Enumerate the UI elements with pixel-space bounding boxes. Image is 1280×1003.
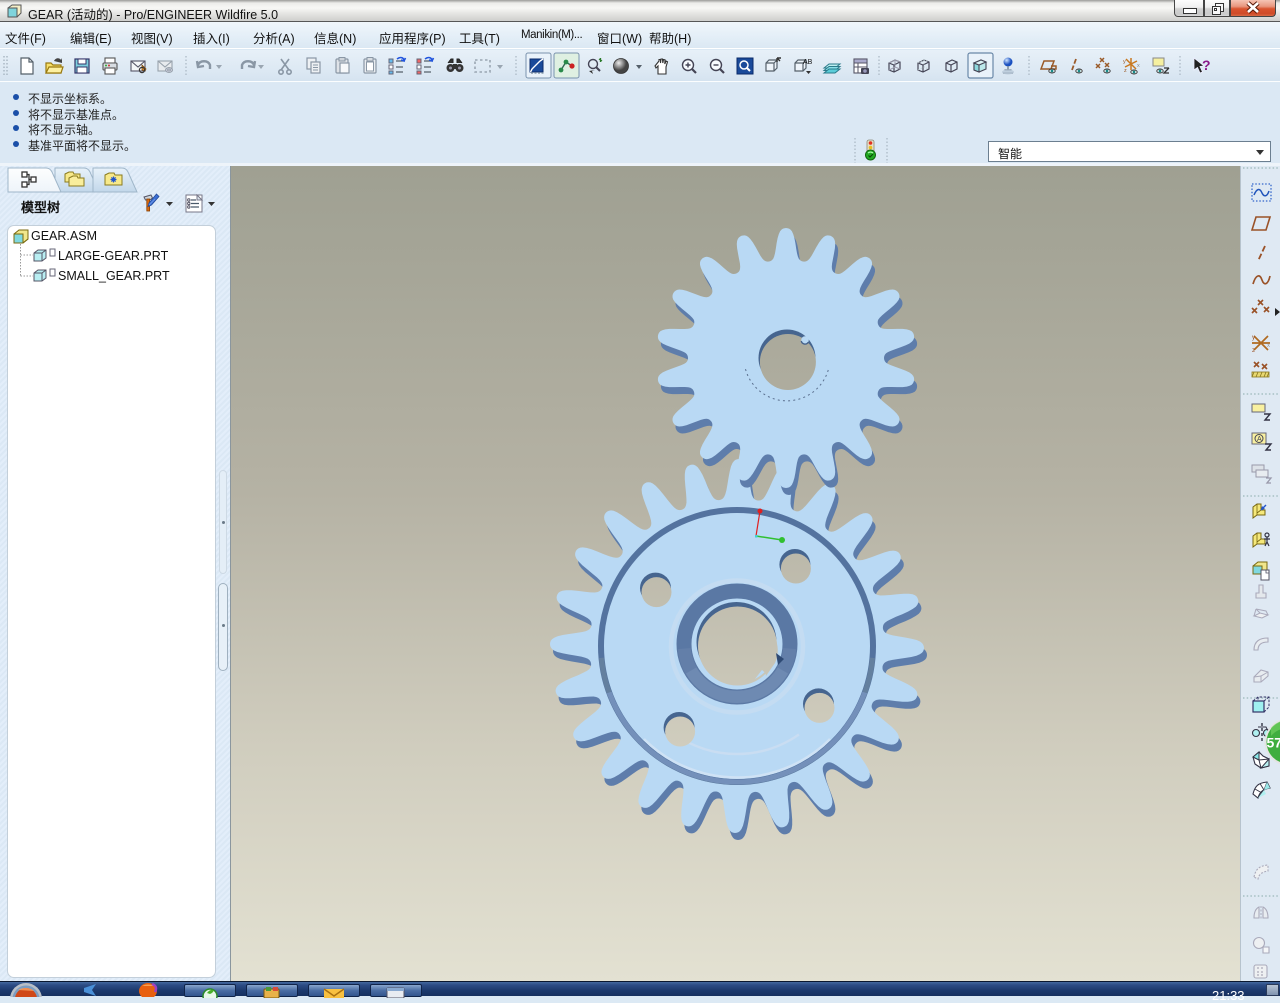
svg-text:y: y	[1252, 335, 1255, 341]
svg-text:z: z	[1252, 348, 1255, 354]
svg-text:x: x	[1267, 343, 1270, 349]
svg-text:57: 57	[1267, 735, 1280, 751]
svg-text:A: A	[1257, 436, 1262, 443]
svg-text:?: ?	[1202, 57, 1211, 73]
svg-text:z: z	[1124, 68, 1127, 74]
svg-text:x: x	[1137, 63, 1140, 69]
svg-text:y: y	[1123, 59, 1126, 65]
svg-text:AB: AB	[803, 59, 813, 66]
